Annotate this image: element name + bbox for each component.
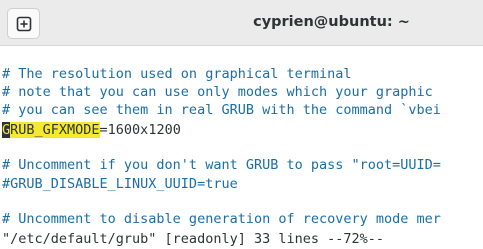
terminal-content[interactable]: # The resolution used on graphical termi…: [0, 46, 483, 249]
editor-line: # Uncomment to disable generation of rec…: [2, 211, 441, 227]
search-highlight: RUB_GFXMODE: [10, 122, 100, 138]
setting-value: =1600x1200: [99, 122, 181, 138]
window-title: cyprien@ubuntu: ~: [253, 14, 410, 30]
status-line: "/etc/default/grub" [readonly] 33 lines …: [2, 231, 385, 247]
editor-line-grub-gfxmode: GRUB_GFXMODE=1600x1200: [2, 121, 181, 139]
new-tab-button[interactable]: [7, 8, 40, 39]
editor-line: # Uncomment if you don't want GRUB to pa…: [2, 157, 441, 173]
text-cursor: G: [2, 122, 11, 138]
terminal-window: cyprien@ubuntu: ~ # The resolution used …: [0, 0, 483, 249]
editor-line: #GRUB_DISABLE_LINUX_UUID=true: [2, 176, 238, 192]
new-tab-icon: [16, 16, 31, 31]
editor-line: # The resolution used on graphical termi…: [2, 66, 352, 82]
editor-line: # you can see them in real GRUB with the…: [2, 102, 441, 118]
title-bar: cyprien@ubuntu: ~: [0, 0, 483, 46]
editor-line: # note that you can use only modes which…: [2, 84, 433, 100]
